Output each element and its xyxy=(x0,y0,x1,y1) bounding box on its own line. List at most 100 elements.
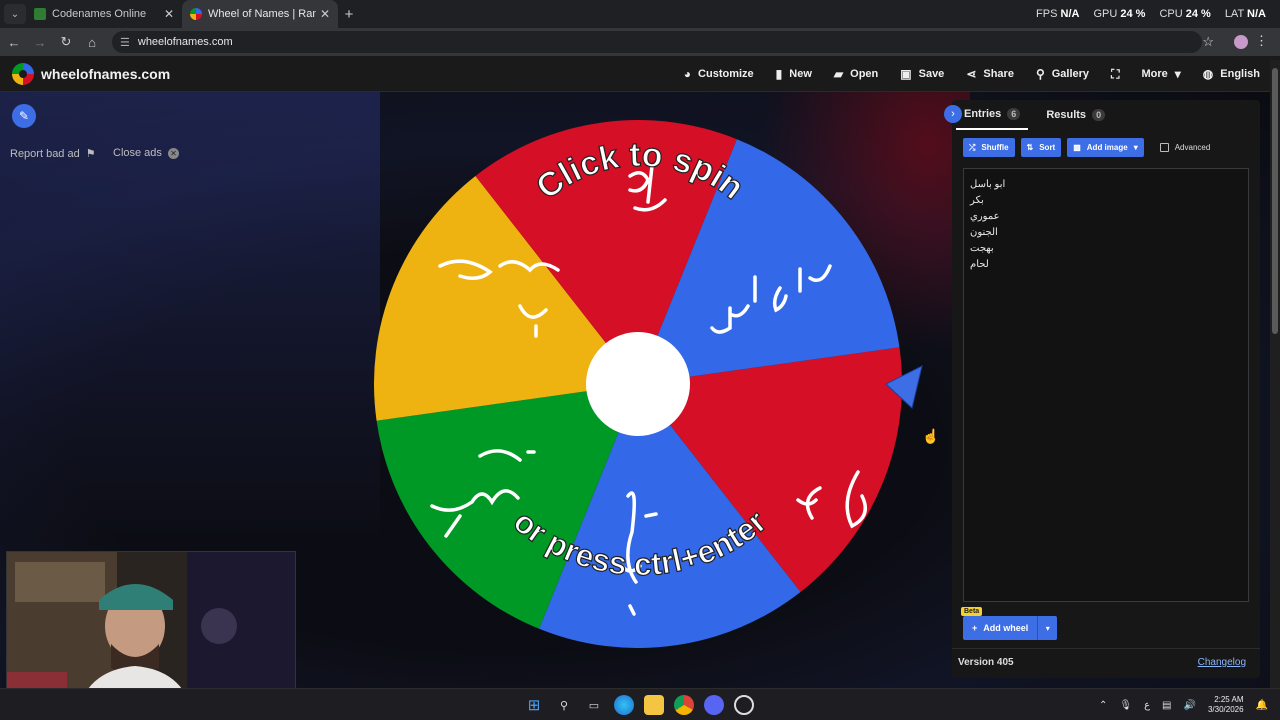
fullscreen-button[interactable]: ⛶ xyxy=(1111,67,1119,82)
discord-icon[interactable] xyxy=(704,695,724,715)
entry-line: لحام xyxy=(970,259,989,270)
add-wheel-button[interactable]: + Add wheel xyxy=(963,616,1038,640)
advanced-checkbox[interactable]: Advanced xyxy=(1159,143,1210,152)
spin-wheel[interactable]: Click to spin or press ctrl+enter xyxy=(360,116,930,656)
volume-icon[interactable]: 🔊 xyxy=(1184,700,1196,711)
entries-textarea[interactable]: ابو باسل بكر عموري الجنون بهجت لحام xyxy=(963,168,1249,602)
clock-time: 2:25 AM xyxy=(1214,695,1244,704)
open-label: Open xyxy=(850,68,879,80)
tab-entries[interactable]: Entries 6 xyxy=(956,100,1029,130)
open-button[interactable]: ▰ Open xyxy=(834,67,878,81)
add-wheel-label: Add wheel xyxy=(983,623,1029,633)
edit-pencil-button[interactable]: ✎ xyxy=(12,104,36,128)
microphone-icon[interactable]: 🎙 xyxy=(1119,700,1132,711)
scrollbar-thumb[interactable] xyxy=(1272,68,1278,334)
version-label: Version 405 xyxy=(958,657,1014,668)
palette-icon: ◕ xyxy=(683,67,692,81)
tab-codenames[interactable]: Codenames Online ✕ xyxy=(26,0,182,28)
network-icon[interactable]: ▤ xyxy=(1162,700,1171,711)
entry-line: الجنون xyxy=(970,227,998,238)
browser-menu-icon[interactable]: ⋮ xyxy=(1255,33,1268,49)
results-tab-label: Results xyxy=(1046,109,1087,121)
close-tab-icon[interactable]: ✕ xyxy=(164,7,174,21)
url-field[interactable]: ☰ wheelofnames.com xyxy=(112,31,1202,53)
add-image-button[interactable]: ▩ Add image ▾ xyxy=(1067,138,1144,157)
image-icon: ▩ xyxy=(1073,143,1081,152)
language-label: English xyxy=(1220,68,1260,80)
share-label: Share xyxy=(983,68,1014,80)
task-view-icon[interactable]: ▭ xyxy=(584,695,604,715)
cpu-value: 24 % xyxy=(1185,8,1211,20)
tab-search-button[interactable]: ⌄ xyxy=(4,4,26,24)
entry-line: بهجت xyxy=(970,243,994,254)
close-ads-label: Close ads xyxy=(113,147,162,159)
search-icon[interactable]: ⚲ xyxy=(554,695,574,715)
bookmark-star-icon[interactable]: ☆ xyxy=(1202,34,1214,50)
language-button[interactable]: ◍ English xyxy=(1203,67,1260,81)
gallery-button[interactable]: ⚲ Gallery xyxy=(1036,67,1089,81)
codenames-favicon-icon xyxy=(34,8,46,20)
close-ads-link[interactable]: Close ads ✕ xyxy=(113,147,179,159)
customize-button[interactable]: ◕ Customize xyxy=(684,67,754,81)
caret-down-icon: ▾ xyxy=(1045,623,1050,633)
tab-title: Wheel of Names | Random nam xyxy=(208,8,316,20)
address-bar-row: ← → ↻ ⌂ ☰ wheelofnames.com xyxy=(0,28,1280,56)
site-info-icon[interactable]: ☰ xyxy=(120,36,130,49)
new-button[interactable]: ▮ New xyxy=(776,67,812,81)
fullscreen-icon: ⛶ xyxy=(1111,66,1120,81)
back-icon[interactable]: ← xyxy=(2,35,26,50)
app-header: wheelofnames.com ◕ Customize ▮ New ▰ Open ▣… xyxy=(0,56,1280,92)
language-indicator[interactable]: ع xyxy=(1144,700,1150,711)
brand-name[interactable]: wheelofnames.com xyxy=(41,66,170,82)
caret-down-icon: ▾ xyxy=(1133,143,1138,152)
tab-wheel-of-names[interactable]: Wheel of Names | Random nam ✕ xyxy=(182,0,338,28)
share-button[interactable]: ⋖ Share xyxy=(966,67,1014,81)
wheel-logo-icon[interactable] xyxy=(12,62,34,85)
add-wheel-dropdown-button[interactable]: ▾ xyxy=(1037,616,1058,640)
shuffle-button[interactable]: ⤮ Shuffle xyxy=(963,138,1015,157)
edge-browser-icon[interactable] xyxy=(614,695,634,715)
forward-icon[interactable]: → xyxy=(28,35,52,50)
report-bad-ad-link[interactable]: Report bad ad ⚑ xyxy=(10,147,96,161)
save-button[interactable]: ▣ Save xyxy=(900,67,944,81)
system-tray: ⌃ 🎙 ع ▤ 🔊 2:25 AM 3/30/2026 🔔 xyxy=(1099,689,1268,720)
notification-bell-icon[interactable]: 🔔 xyxy=(1256,700,1268,711)
panel-tabs: Entries 6 Results 0 xyxy=(952,100,1260,130)
lat-value: N/A xyxy=(1247,8,1266,20)
checkbox-square[interactable] xyxy=(1159,143,1169,152)
globe-icon: ◍ xyxy=(1202,67,1214,81)
windows-start-icon[interactable]: ⊞ xyxy=(524,695,544,715)
wheel-center-hub[interactable] xyxy=(586,332,690,436)
add-wheel-group: Beta + Add wheel ▾ xyxy=(961,607,1058,640)
page-scrollbar[interactable] xyxy=(1270,60,1280,688)
results-count-badge: 0 xyxy=(1092,109,1106,121)
changelog-link[interactable]: Changelog xyxy=(1198,657,1246,668)
sort-label: Sort xyxy=(1039,143,1056,152)
more-label: More xyxy=(1141,68,1168,80)
search-icon: ⚲ xyxy=(1035,67,1045,81)
tray-overflow-chevron-icon[interactable]: ⌃ xyxy=(1099,700,1107,711)
windows-taskbar: ⊞ ⚲ ▭ ⌃ 🎙 ع ▤ 🔊 2:25 AM 3/30/2026 🔔 xyxy=(0,688,1280,720)
sort-button[interactable]: ⇅ Sort xyxy=(1020,138,1062,157)
clock[interactable]: 2:25 AM 3/30/2026 xyxy=(1208,695,1244,715)
url-text: wheelofnames.com xyxy=(137,36,233,48)
more-button[interactable]: More ▾ xyxy=(1141,67,1180,81)
close-tab-icon[interactable]: ✕ xyxy=(320,7,330,21)
gpu-label: GPU xyxy=(1093,8,1118,20)
new-tab-button[interactable]: + xyxy=(338,6,360,23)
caret-down-icon: ▾ xyxy=(1174,67,1181,81)
sort-icon: ⇅ xyxy=(1026,143,1034,152)
entry-line: عموري xyxy=(970,211,1000,222)
entry-line: ابو باسل xyxy=(970,179,1006,190)
tab-results[interactable]: Results 0 xyxy=(1038,100,1113,130)
home-icon[interactable]: ⌂ xyxy=(80,35,104,50)
entries-panel: › Entries 6 Results 0 ⤮ Shuffle ⇅ Sort ▩ Add … xyxy=(944,100,1260,678)
file-explorer-icon[interactable] xyxy=(644,695,664,715)
reload-icon[interactable]: ↻ xyxy=(54,34,78,50)
wheel-favicon-icon xyxy=(190,8,202,20)
gpu-value: 24 % xyxy=(1120,8,1146,20)
profile-avatar[interactable] xyxy=(1234,35,1248,49)
chrome-browser-icon[interactable] xyxy=(674,695,694,715)
obs-app-icon[interactable] xyxy=(734,695,754,715)
browser-tab-bar: ⌄ Codenames Online ✕ Wheel of Names | Ra… xyxy=(0,0,1280,28)
